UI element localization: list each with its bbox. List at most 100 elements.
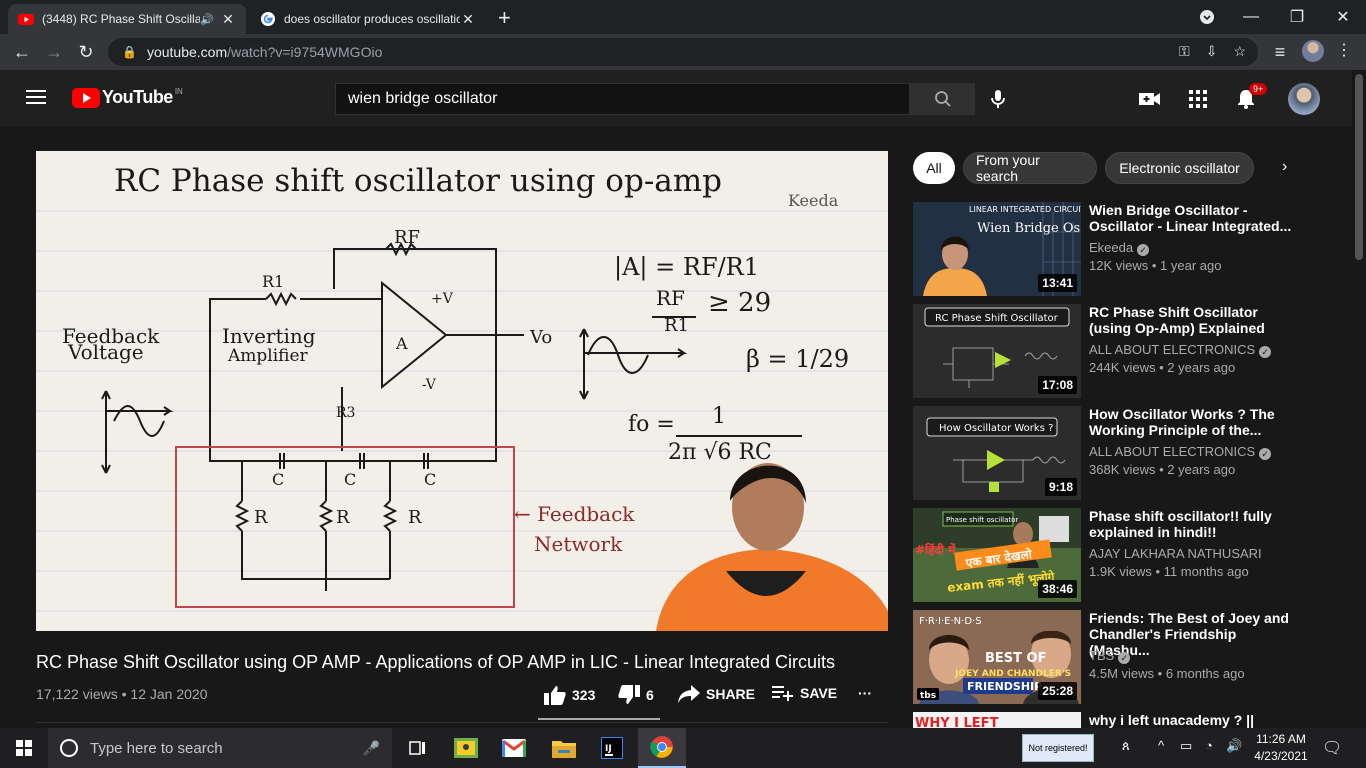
tab-title: (3448) RC Phase Shift Oscilla <box>42 12 201 26</box>
wifi-icon[interactable]: ◔ <box>1205 738 1213 753</box>
youtube-logo[interactable]: YouTube IN <box>72 87 183 108</box>
video-thumbnail[interactable]: How Oscillator Works ? 9:18 <box>913 406 1081 500</box>
duration-badge: 17:08 <box>1038 376 1077 394</box>
restore-icon[interactable]: ❐ <box>1274 0 1320 34</box>
thumbs-up-icon <box>544 686 566 705</box>
duration-badge: 13:41 <box>1038 274 1077 292</box>
key-icon[interactable]: ⚿ <box>1179 43 1190 60</box>
dislike-count: 6 <box>646 687 654 703</box>
video-stats: 368K views • 2 years ago <box>1089 462 1236 477</box>
chip-electronic-oscillator[interactable]: Electronic oscillator <box>1105 152 1254 184</box>
chrome-icon[interactable] <box>638 728 686 768</box>
thumb-text: Wien Bridge Oscillator <box>977 221 1081 236</box>
like-button[interactable]: 323 <box>544 685 595 705</box>
chip-from-your-search[interactable]: From your search <box>963 152 1097 184</box>
recommended-video[interactable]: How Oscillator Works ? 9:18 How Oscillat… <box>913 406 1353 500</box>
views-label: 244K views <box>1089 360 1156 375</box>
recommended-video[interactable]: RC Phase Shift Oscillator 17:08 RC Phase… <box>913 304 1353 398</box>
video-thumbnail[interactable]: Phase shift oscillator #हिंदी में एक बार… <box>913 508 1081 602</box>
reload-icon[interactable]: ↻ <box>74 40 98 64</box>
install-icon[interactable]: ⇩ <box>1206 43 1218 60</box>
video-thumbnail[interactable]: LINEAR INTEGRATED CIRCUITS Wien Bridge O… <box>913 202 1081 296</box>
channel-name[interactable]: AJAY LAKHARA NATHUSARI <box>1089 546 1262 561</box>
volume-icon[interactable]: 🔊 <box>1226 738 1242 754</box>
not-registered-notice[interactable]: Not registered! <box>1022 734 1094 762</box>
close-tab-icon[interactable]: ✕ <box>460 11 476 28</box>
profile-avatar[interactable] <box>1302 40 1324 62</box>
photos-app-icon[interactable] <box>442 728 490 768</box>
share-button[interactable]: SHARE <box>678 685 755 703</box>
recommended-video[interactable]: WHY I LEFT why i left unacademy ? || <box>913 712 1353 728</box>
task-view-icon[interactable] <box>394 728 442 768</box>
recommended-title[interactable]: Wien Bridge Oscillator - Oscillator - Li… <box>1089 202 1299 234</box>
taskbar-search-input[interactable]: Type here to search 🎤 <box>48 728 392 768</box>
windows-start-icon[interactable] <box>0 728 48 768</box>
action-center-icon[interactable]: 🗨 <box>1322 738 1342 758</box>
taskbar-clock[interactable]: 11:26 AM 4/23/2021 <box>1250 731 1312 765</box>
thumb-text: Phase shift oscillator <box>946 516 1018 524</box>
create-video-icon[interactable] <box>1138 87 1162 111</box>
forward-icon[interactable]: → <box>42 40 66 64</box>
channel-name[interactable]: ALL ABOUT ELECTRONICS ✓ <box>1089 342 1272 358</box>
search-button[interactable] <box>910 83 975 115</box>
channel-name[interactable]: Ekeeda ✓ <box>1089 240 1150 256</box>
upload-date: 12 Jan 2020 <box>130 686 208 702</box>
recommended-video[interactable]: LINEAR INTEGRATED CIRCUITS Wien Bridge O… <box>913 202 1353 296</box>
channel-name[interactable]: ALL ABOUT ELECTRONICS ✓ <box>1089 444 1272 460</box>
voice-search-icon[interactable] <box>986 87 1010 111</box>
lock-icon[interactable]: 🔒 <box>122 45 137 59</box>
menu-icon[interactable] <box>26 90 46 108</box>
thumb-text: LINEAR INTEGRATED CIRCUITS <box>969 205 1081 214</box>
speaker-icon[interactable]: 🔊 <box>200 13 214 26</box>
people-icon[interactable]: ጰ <box>1122 738 1130 754</box>
url-field[interactable]: 🔒 youtube.com /watch?v=i9754WMGOio ⚿ ⇩ ☆ <box>108 38 1258 66</box>
video-thumbnail[interactable]: RC Phase Shift Oscillator 17:08 <box>913 304 1081 398</box>
recommended-title[interactable]: How Oscillator Works ? The Working Princ… <box>1089 406 1299 438</box>
back-icon[interactable]: ← <box>10 40 34 64</box>
cortana-icon <box>60 739 78 757</box>
bookmark-star-icon[interactable]: ☆ <box>1233 43 1246 60</box>
save-button[interactable]: SAVE <box>772 685 837 701</box>
account-avatar[interactable] <box>1288 83 1320 115</box>
video-thumbnail[interactable]: WHY I LEFT <box>913 712 1081 728</box>
google-icon <box>261 12 275 26</box>
dislike-button[interactable]: 6 <box>618 685 654 705</box>
intellij-icon[interactable]: IJ <box>588 728 636 768</box>
close-tab-icon[interactable]: ✕ <box>220 11 236 28</box>
file-explorer-icon[interactable] <box>540 728 588 768</box>
tab-google[interactable]: does oscillator produces oscillatio ✕ <box>250 4 486 34</box>
svg-text:IJ: IJ <box>605 744 612 754</box>
tray-chevron-up-icon[interactable]: ^ <box>1158 738 1164 753</box>
recommended-title[interactable]: why i left unacademy ? || <box>1089 712 1299 728</box>
tab-search-icon[interactable] <box>1184 0 1230 34</box>
channel-label: ALL ABOUT ELECTRONICS <box>1089 342 1256 357</box>
chip-all[interactable]: All <box>913 152 955 184</box>
search-query: wien bridge oscillator <box>348 90 498 107</box>
verified-icon: ✓ <box>1118 652 1131 664</box>
close-window-icon[interactable]: ✕ <box>1320 0 1366 34</box>
gmail-icon[interactable] <box>490 728 538 768</box>
recommended-video[interactable]: F·R·I·E·N·D·S BEST OF JOEY AND CHANDLER'… <box>913 610 1353 704</box>
tab-youtube[interactable]: (3448) RC Phase Shift Oscilla 🔊 ✕ <box>8 4 246 34</box>
recommended-title[interactable]: RC Phase Shift Oscillator (using Op-Amp)… <box>1089 304 1299 336</box>
new-tab-button[interactable]: + <box>498 5 511 31</box>
recommended-title[interactable]: Phase shift oscillator!! fully explained… <box>1089 508 1299 540</box>
recommended-video[interactable]: Phase shift oscillator #हिंदी में एक बार… <box>913 508 1353 602</box>
label-feedback-network-1: ← Feedback <box>514 502 635 526</box>
more-menu-icon[interactable]: ⋮ <box>1336 40 1352 60</box>
chevron-right-icon[interactable]: › <box>1282 158 1287 176</box>
taskbar-mic-icon[interactable]: 🎤 <box>363 740 380 757</box>
search-input[interactable]: wien bridge oscillator <box>335 83 910 115</box>
channel-name[interactable]: TBS ✓ <box>1089 648 1131 664</box>
label-c3: C <box>424 470 436 489</box>
video-thumbnail[interactable]: F·R·I·E·N·D·S BEST OF JOEY AND CHANDLER'… <box>913 610 1081 704</box>
more-actions-icon[interactable]: ··· <box>858 685 872 701</box>
thumb-text: #हिंदी में <box>915 542 956 557</box>
scrollbar-thumb[interactable] <box>1355 74 1363 260</box>
video-player[interactable]: RC Phase shift oscillator using op-amp K… <box>36 151 888 631</box>
minimize-icon[interactable]: — <box>1228 0 1274 34</box>
battery-icon[interactable]: ▭ <box>1180 738 1192 754</box>
media-control-icon[interactable]: ≡ <box>1268 40 1292 64</box>
page-scrollbar[interactable] <box>1352 70 1366 728</box>
apps-grid-icon[interactable] <box>1186 87 1210 111</box>
